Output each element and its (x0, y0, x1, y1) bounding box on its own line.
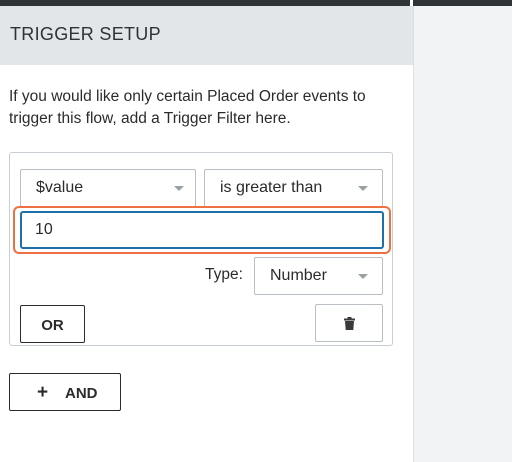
property-select[interactable]: $value (20, 169, 196, 207)
type-select[interactable]: Number (254, 257, 383, 295)
add-and-condition-button[interactable]: + AND (9, 373, 121, 411)
plus-icon: + (37, 382, 49, 403)
canvas-area (413, 6, 512, 462)
delete-filter-button[interactable] (315, 304, 383, 342)
panel-header: TRIGGER SETUP (0, 6, 413, 65)
type-label: Type: (205, 266, 243, 283)
trash-icon (344, 317, 355, 330)
and-button-label: AND (65, 385, 98, 402)
or-button-label: OR (41, 317, 64, 334)
chevron-down-icon (358, 274, 368, 279)
chevron-down-icon (358, 186, 368, 191)
or-button[interactable]: OR (20, 305, 85, 343)
chevron-down-icon (174, 186, 184, 191)
operator-select[interactable]: is greater than (204, 169, 383, 207)
operator-select-value: is greater than (220, 179, 323, 196)
property-select-value: $value (36, 179, 84, 196)
type-select-value: Number (270, 267, 327, 284)
panel-title: TRIGGER SETUP (10, 24, 161, 44)
panel-description: If you would like only certain Placed Or… (9, 88, 366, 127)
filter-value-input[interactable] (20, 211, 384, 249)
